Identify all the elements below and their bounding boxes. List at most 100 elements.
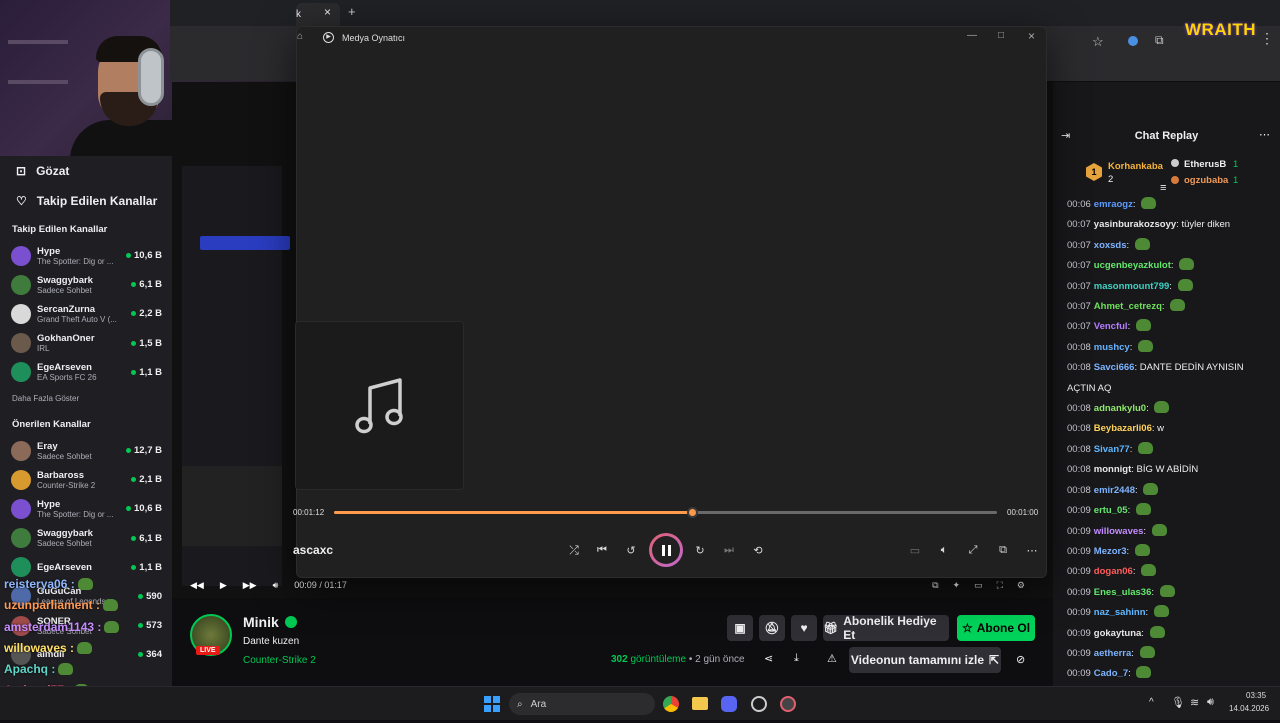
sidebar-channel-barbaross[interactable]: Barbaross Counter-Strike 2 2,1 B	[0, 465, 172, 494]
sidebar-channel-egearseven[interactable]: EgeArseven EA Sports FC 26 1,1 B	[0, 358, 172, 387]
message-user[interactable]: Savci666	[1094, 362, 1135, 373]
message-user[interactable]: Enes_ulas36	[1094, 587, 1152, 598]
forward-icon[interactable]: ▶▶	[243, 580, 257, 591]
channel-name[interactable]: Minik	[243, 614, 279, 630]
clock-date[interactable]: 14.04.2026	[1229, 704, 1269, 713]
message-user[interactable]: emir2448	[1094, 485, 1135, 496]
message-user[interactable]: Vencful	[1094, 321, 1128, 332]
message-user[interactable]: adnankylu0	[1094, 403, 1146, 414]
minimize-icon[interactable]: —	[967, 30, 977, 41]
mini-player-icon[interactable]: ⧉	[994, 541, 1012, 559]
forward-30-icon[interactable]: ↻	[691, 541, 709, 559]
rewind-10-icon[interactable]: ↺	[622, 541, 640, 559]
chat-menu-icon[interactable]: ⋯	[1259, 128, 1270, 141]
sidebar-channel-eray[interactable]: Eray Sadece Sohbet 12,7 B	[0, 436, 172, 465]
sidebar-following[interactable]: ♡ Takip Edilen Kanallar	[0, 186, 172, 216]
extensions-puzzle-icon[interactable]: ⧉	[1155, 33, 1164, 48]
stream-category[interactable]: Counter-Strike 2	[243, 655, 316, 666]
sparkle-icon[interactable]: ✦	[953, 580, 961, 591]
sidebar-channel-hype[interactable]: Hype The Spotter: Dig or ... 10,6 B	[0, 241, 172, 270]
gift-sub-button[interactable]: 🎁︎ Abonelik Hediye Et	[823, 614, 949, 642]
discord-icon[interactable]	[721, 696, 737, 712]
seek-bar[interactable]	[334, 507, 997, 518]
message-user[interactable]: naz_sahinn	[1094, 607, 1146, 618]
message-user[interactable]: Beybazarli06	[1094, 423, 1152, 434]
play-icon[interactable]: ▶	[220, 580, 227, 591]
message-user[interactable]: mushcy	[1094, 342, 1130, 353]
tray-chevron-icon[interactable]: ^	[1149, 697, 1154, 708]
message-user[interactable]: xoxsds	[1094, 240, 1127, 251]
file-explorer-icon[interactable]	[692, 697, 708, 710]
message-user[interactable]: Ahmet_cetrezq	[1094, 301, 1162, 312]
maximize-icon[interactable]: □	[998, 30, 1004, 41]
extension-icon[interactable]	[1128, 36, 1138, 46]
message-time: 00:07	[1067, 321, 1091, 333]
windows-start-icon[interactable]	[484, 696, 500, 712]
seek-thumb[interactable]	[687, 507, 699, 518]
rewind-icon[interactable]: ◀◀	[190, 580, 204, 591]
message-user[interactable]: masonmount799	[1094, 281, 1170, 292]
sidebar-channel-swaggybark[interactable]: Swaggybark Sadece Sohbet 6,1 B	[0, 270, 172, 299]
expand-leaderboard-icon[interactable]: ≡	[1160, 182, 1166, 194]
bookmark-star-icon[interactable]: ☆	[1092, 34, 1104, 50]
theatre-icon[interactable]: ▭	[974, 580, 983, 591]
message-user[interactable]: monnigt	[1094, 464, 1131, 475]
message-user[interactable]: yasinburakozsoyy	[1094, 219, 1176, 230]
message-user[interactable]: dogan06	[1094, 566, 1133, 577]
sidebar-browse[interactable]: ⊡ Gözat	[0, 156, 172, 186]
message-user[interactable]: Sivan77	[1094, 444, 1130, 455]
browser-tab[interactable]: k	[296, 3, 340, 26]
new-tab-icon[interactable]: +	[348, 4, 356, 19]
show-more-link[interactable]: Daha Fazla Göster	[0, 387, 172, 411]
mic-icon[interactable]: 🎙︎	[1171, 696, 1185, 709]
message-user[interactable]: Mezor3	[1094, 546, 1127, 557]
sidebar-channel-sercanzurna[interactable]: SercanZurna Grand Theft Auto V (... 2,2 B	[0, 299, 172, 328]
close-icon[interactable]: ×	[1028, 29, 1035, 43]
watch-full-video-button[interactable]: Videonun tamamını izle ⇱	[849, 647, 1001, 673]
pause-button[interactable]	[649, 533, 683, 567]
message-user[interactable]: emraogz	[1094, 199, 1133, 210]
chrome-icon[interactable]	[663, 696, 679, 712]
fullscreen-icon[interactable]: ⤢	[964, 541, 982, 559]
wifi-icon[interactable]: ≋	[1190, 696, 1199, 709]
subscribe-button[interactable]: ☆ Abone Ol	[957, 615, 1035, 641]
message-user[interactable]: willowaves	[1094, 526, 1144, 537]
taskbar-search[interactable]: ⌕ Ara	[509, 693, 655, 715]
repeat-off-icon[interactable]: ⟲	[749, 541, 767, 559]
tab-close-icon[interactable]: ×	[324, 5, 331, 19]
menu-dots-icon[interactable]: ⋮	[1260, 30, 1274, 47]
home-icon[interactable]: ⌂	[297, 31, 303, 42]
message-user[interactable]: ucgenbeyazkulot	[1094, 260, 1171, 271]
previous-icon[interactable]: ⏮︎	[593, 541, 611, 559]
volume-icon[interactable]: 🔊︎	[273, 580, 279, 591]
collapse-button[interactable]: ▣	[727, 615, 753, 641]
speaker-icon[interactable]: 🔊︎	[1207, 696, 1214, 709]
sidebar-channel-swaggybark[interactable]: Swaggybark Sadece Sohbet 6,1 B	[0, 524, 172, 553]
clip-icon[interactable]: ⧉	[932, 580, 938, 591]
album-art	[295, 321, 464, 490]
follow-heart-button[interactable]: ♥	[791, 615, 817, 641]
next-icon[interactable]: ⏭︎	[720, 541, 738, 559]
warning-icon[interactable]: ⚠	[827, 652, 837, 665]
message-user[interactable]: aetherra	[1094, 648, 1132, 659]
settings-icon[interactable]: ⚙	[1017, 580, 1025, 591]
sidebar-channel-gokhanoner[interactable]: GokhanOner IRL 1,5 B	[0, 329, 172, 358]
download-icon[interactable]: ⤓	[794, 652, 799, 665]
eye-off-icon[interactable]: ⊘	[1016, 653, 1025, 666]
chat-panel: Chat Replay ⇥ ⋯ 1 Korhankaba 2 EtherusB …	[1053, 82, 1280, 686]
message-user[interactable]: Cado_7	[1094, 668, 1128, 679]
notification-button[interactable]: 🔕︎	[759, 615, 785, 641]
more-options-icon[interactable]: ⋯	[1023, 541, 1041, 559]
clock-time[interactable]: 03:35	[1246, 691, 1266, 700]
sidebar-channel-hype[interactable]: Hype The Spotter: Dig or ... 10,6 B	[0, 494, 172, 523]
collapse-chat-icon[interactable]: ⇥	[1061, 129, 1070, 142]
message-user[interactable]: ertu_05	[1094, 505, 1128, 516]
fullscreen-icon[interactable]: ⛶	[997, 580, 1003, 591]
captions-icon[interactable]: ▭	[906, 541, 924, 559]
shuffle-icon[interactable]: ⤮	[565, 541, 583, 559]
volume-icon[interactable]: 🔈︎	[935, 541, 953, 559]
share-icon[interactable]: ⋖	[764, 652, 773, 665]
message-user[interactable]: gokaytuna	[1094, 628, 1142, 639]
media-player-taskbar-icon[interactable]	[780, 696, 796, 712]
app-icon[interactable]	[751, 696, 767, 712]
